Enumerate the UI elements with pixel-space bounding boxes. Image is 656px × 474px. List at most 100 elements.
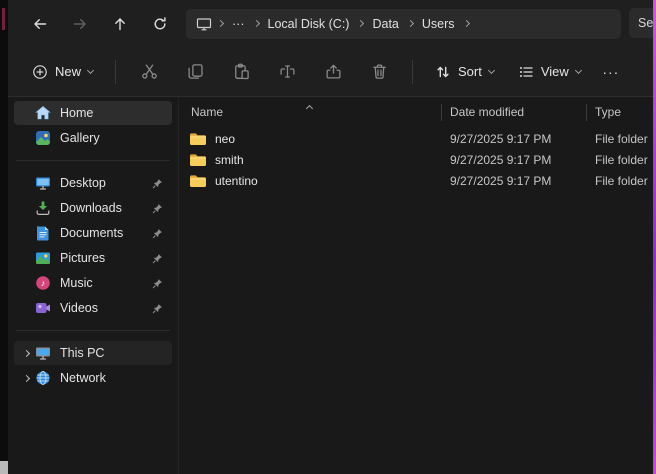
copy-button[interactable] [176, 55, 214, 88]
more-options-button[interactable]: ··· [593, 55, 629, 88]
sidebar-item-videos[interactable]: Videos [14, 296, 172, 320]
breadcrumb-chevron-icon [358, 21, 363, 26]
sidebar-item-desktop[interactable]: Desktop [14, 171, 172, 195]
trash-icon [371, 63, 388, 80]
sidebar-item-documents[interactable]: Documents [14, 221, 172, 245]
view-button[interactable]: View [508, 55, 591, 88]
pin-icon [152, 227, 164, 239]
breadcrumb-chevron-icon [254, 21, 259, 26]
table-row-smith[interactable]: smith 9/27/2025 9:17 PM File folder [179, 149, 653, 170]
videos-icon [34, 300, 51, 317]
breadcrumb-chevron-icon [408, 21, 413, 26]
breadcrumb-item-data[interactable]: Data [369, 15, 401, 33]
folder-icon [189, 153, 207, 167]
command-toolbar: New [8, 47, 653, 97]
background-left-edge [0, 0, 8, 474]
pin-icon [152, 277, 164, 289]
background-bottom-corner [0, 461, 8, 474]
file-rows: neo 9/27/2025 9:17 PM File folder smith [179, 128, 653, 191]
pin-icon [152, 302, 164, 314]
sidebar-item-label: Network [60, 371, 164, 385]
new-button-label: New [55, 64, 81, 79]
file-type: File folder [587, 174, 653, 188]
music-icon: ♪ [34, 275, 51, 292]
breadcrumb-item-users[interactable]: Users [419, 15, 458, 33]
sidebar-item-gallery[interactable]: Gallery [14, 126, 172, 150]
paste-button[interactable] [222, 55, 260, 88]
forward-button[interactable] [60, 8, 100, 40]
plus-circle-icon [32, 64, 48, 80]
sidebar-item-pictures[interactable]: Pictures [14, 246, 172, 270]
back-button[interactable] [20, 8, 60, 40]
address-bar[interactable]: ··· Local Disk (C:) Data Users [186, 9, 621, 39]
home-icon [34, 105, 51, 122]
arrow-right-icon [72, 16, 88, 32]
rename-button[interactable] [268, 55, 306, 88]
gallery-icon [34, 130, 51, 147]
new-button[interactable]: New [20, 55, 105, 88]
sidebar-item-this-pc[interactable]: This PC [14, 341, 172, 365]
documents-icon [34, 225, 51, 242]
copy-icon [187, 63, 204, 80]
up-button[interactable] [100, 8, 140, 40]
file-name: smith [215, 153, 244, 167]
chevron-down-icon [489, 71, 494, 73]
pictures-icon [34, 250, 51, 267]
column-headers: Name Date modified Type [179, 100, 653, 124]
sidebar-item-home[interactable]: Home [14, 101, 172, 125]
view-icon [518, 64, 534, 80]
expand-chevron-icon[interactable] [18, 376, 34, 381]
sidebar-item-label: Videos [60, 301, 152, 315]
svg-text:♪: ♪ [40, 278, 45, 288]
file-date-modified: 9/27/2025 9:17 PM [442, 153, 587, 167]
table-row-neo[interactable]: neo 9/27/2025 9:17 PM File folder [179, 128, 653, 149]
sidebar-item-downloads[interactable]: Downloads [14, 196, 172, 220]
sidebar-item-network[interactable]: Network [14, 366, 172, 390]
pin-icon [152, 202, 164, 214]
sidebar-item-label: Downloads [60, 201, 152, 215]
sidebar-item-label: Gallery [60, 131, 164, 145]
device-monitor-icon [196, 16, 212, 32]
column-header-type[interactable]: Type [587, 105, 653, 119]
file-date-modified: 9/27/2025 9:17 PM [442, 174, 587, 188]
cut-button[interactable] [130, 55, 168, 88]
breadcrumb-item-local-disk[interactable]: Local Disk (C:) [265, 15, 353, 33]
sidebar-separator [16, 160, 170, 161]
delete-button[interactable] [360, 55, 398, 88]
file-type: File folder [587, 153, 653, 167]
file-list: Name Date modified Type neo [179, 97, 653, 474]
refresh-button[interactable] [140, 8, 180, 40]
breadcrumb-overflow-button[interactable]: ··· [229, 15, 248, 33]
search-text: Se [638, 16, 653, 30]
breadcrumb-chevron-icon [464, 21, 469, 26]
clipboard-icon [233, 63, 250, 80]
navigation-pane: Home Gallery Desktop [8, 97, 178, 474]
table-row-utentino[interactable]: utentino 9/27/2025 9:17 PM File folder [179, 170, 653, 191]
file-name: neo [215, 132, 235, 146]
arrow-up-icon [112, 16, 128, 32]
share-button[interactable] [314, 55, 352, 88]
expand-chevron-icon[interactable] [18, 351, 34, 356]
view-button-label: View [541, 64, 569, 79]
search-input[interactable]: Se [629, 8, 653, 38]
share-icon [325, 63, 342, 80]
screenshot-root: ··· Local Disk (C:) Data Users Se New [0, 0, 656, 474]
downloads-icon [34, 200, 51, 217]
rename-icon [279, 63, 296, 80]
file-name: utentino [215, 174, 258, 188]
sort-icon [435, 64, 451, 80]
file-explorer-window: ··· Local Disk (C:) Data Users Se New [8, 0, 653, 474]
folder-icon [189, 132, 207, 146]
toolbar-separator [412, 60, 413, 84]
refresh-icon [152, 16, 168, 32]
background-accent [2, 8, 5, 30]
sidebar-item-label: Music [60, 276, 152, 290]
navigation-bar: ··· Local Disk (C:) Data Users Se [8, 0, 653, 47]
sort-button[interactable]: Sort [425, 55, 504, 88]
sort-button-label: Sort [458, 64, 482, 79]
file-date-modified: 9/27/2025 9:17 PM [442, 132, 587, 146]
sidebar-item-music[interactable]: ♪ Music [14, 271, 172, 295]
column-header-date-modified[interactable]: Date modified [442, 105, 586, 119]
chevron-down-icon [576, 71, 581, 73]
sort-ascending-indicator-icon [307, 98, 312, 116]
